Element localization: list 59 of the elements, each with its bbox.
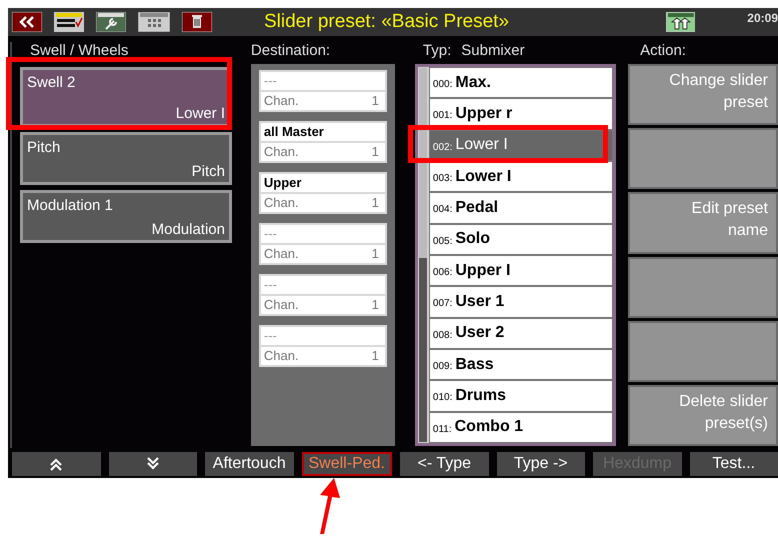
destination-field[interactable]: Upper: [260, 174, 385, 192]
controller-value: Pitch: [192, 163, 225, 180]
channel-number[interactable]: 1: [372, 92, 379, 110]
double-chevron-down-icon: [146, 457, 160, 471]
type-item[interactable]: 009: Bass: [428, 348, 614, 380]
column-heading: Action:: [639, 42, 687, 61]
controller-name: Pitch: [27, 139, 62, 156]
type-value: Submixer: [461, 42, 525, 61]
back-icon[interactable]: [12, 12, 42, 32]
softkey-button[interactable]: Type ->: [496, 452, 585, 476]
controller-value: Lower I: [176, 105, 225, 122]
softkey-button[interactable]: <- Type: [400, 452, 488, 476]
channel-label: Chan.: [264, 143, 299, 161]
clock-time: 20:09: [747, 11, 778, 25]
destination-field[interactable]: ---: [260, 327, 385, 345]
channel-number[interactable]: 1: [372, 245, 379, 263]
channel-label: Chan.: [264, 194, 299, 212]
channel-label: Chan.: [264, 296, 299, 314]
softkey-button[interactable]: Aftertouch: [205, 452, 294, 476]
type-item[interactable]: 010: Drums: [428, 380, 614, 412]
column-heading: Destination:: [250, 42, 332, 61]
scrollbar[interactable]: [418, 68, 427, 442]
channel-number[interactable]: 1: [372, 296, 379, 314]
softkey-button[interactable]: [12, 452, 100, 476]
channel-number[interactable]: 1: [372, 347, 379, 365]
keypad-icon[interactable]: [138, 12, 170, 32]
destination-field[interactable]: all Master: [260, 123, 385, 141]
controller-name: Swell 2: [27, 74, 76, 91]
wrench-icon[interactable]: [96, 12, 126, 32]
screen-title: Slider preset: «Basic Preset»: [264, 11, 510, 33]
type-label: Typ:: [422, 42, 452, 61]
type-item[interactable]: 007: User 1: [428, 286, 614, 318]
type-item[interactable]: 006: Upper I: [428, 254, 614, 286]
destination-field[interactable]: ---: [260, 72, 385, 90]
channel-label: Chan.: [264, 92, 299, 110]
controller-value: Modulation: [152, 221, 225, 238]
type-item[interactable]: 003: Lower I: [428, 160, 614, 192]
type-item[interactable]: 000: Max.: [428, 67, 614, 98]
softkey-button[interactable]: Test...: [690, 452, 778, 476]
type-item[interactable]: 004: Pedal: [428, 192, 614, 224]
shift-icon[interactable]: [666, 12, 696, 32]
channel-number[interactable]: 1: [372, 194, 379, 212]
controller-card[interactable]: Modulation 1 Modulation: [20, 190, 232, 243]
channel-label: Chan.: [264, 347, 299, 365]
channel-number[interactable]: 1: [372, 143, 379, 161]
menu-icon[interactable]: [54, 12, 84, 32]
type-item[interactable]: 011: Combo 1: [428, 412, 614, 443]
channel-label: Chan.: [264, 245, 299, 263]
softkey-button[interactable]: Swell-Ped.: [302, 452, 392, 476]
type-item[interactable]: 005: Solo: [428, 224, 614, 255]
controller-name: Modulation 1: [27, 197, 114, 214]
softkey-button[interactable]: [108, 452, 197, 476]
trash-icon[interactable]: [182, 12, 212, 32]
column-heading: Swell / Wheels: [29, 42, 130, 61]
destination-field[interactable]: ---: [260, 225, 385, 243]
controller-card[interactable]: Pitch Pitch: [20, 132, 232, 185]
double-chevron-up-icon: [49, 457, 64, 471]
destination-field[interactable]: ---: [260, 276, 385, 294]
type-item[interactable]: 008: User 2: [428, 318, 614, 349]
